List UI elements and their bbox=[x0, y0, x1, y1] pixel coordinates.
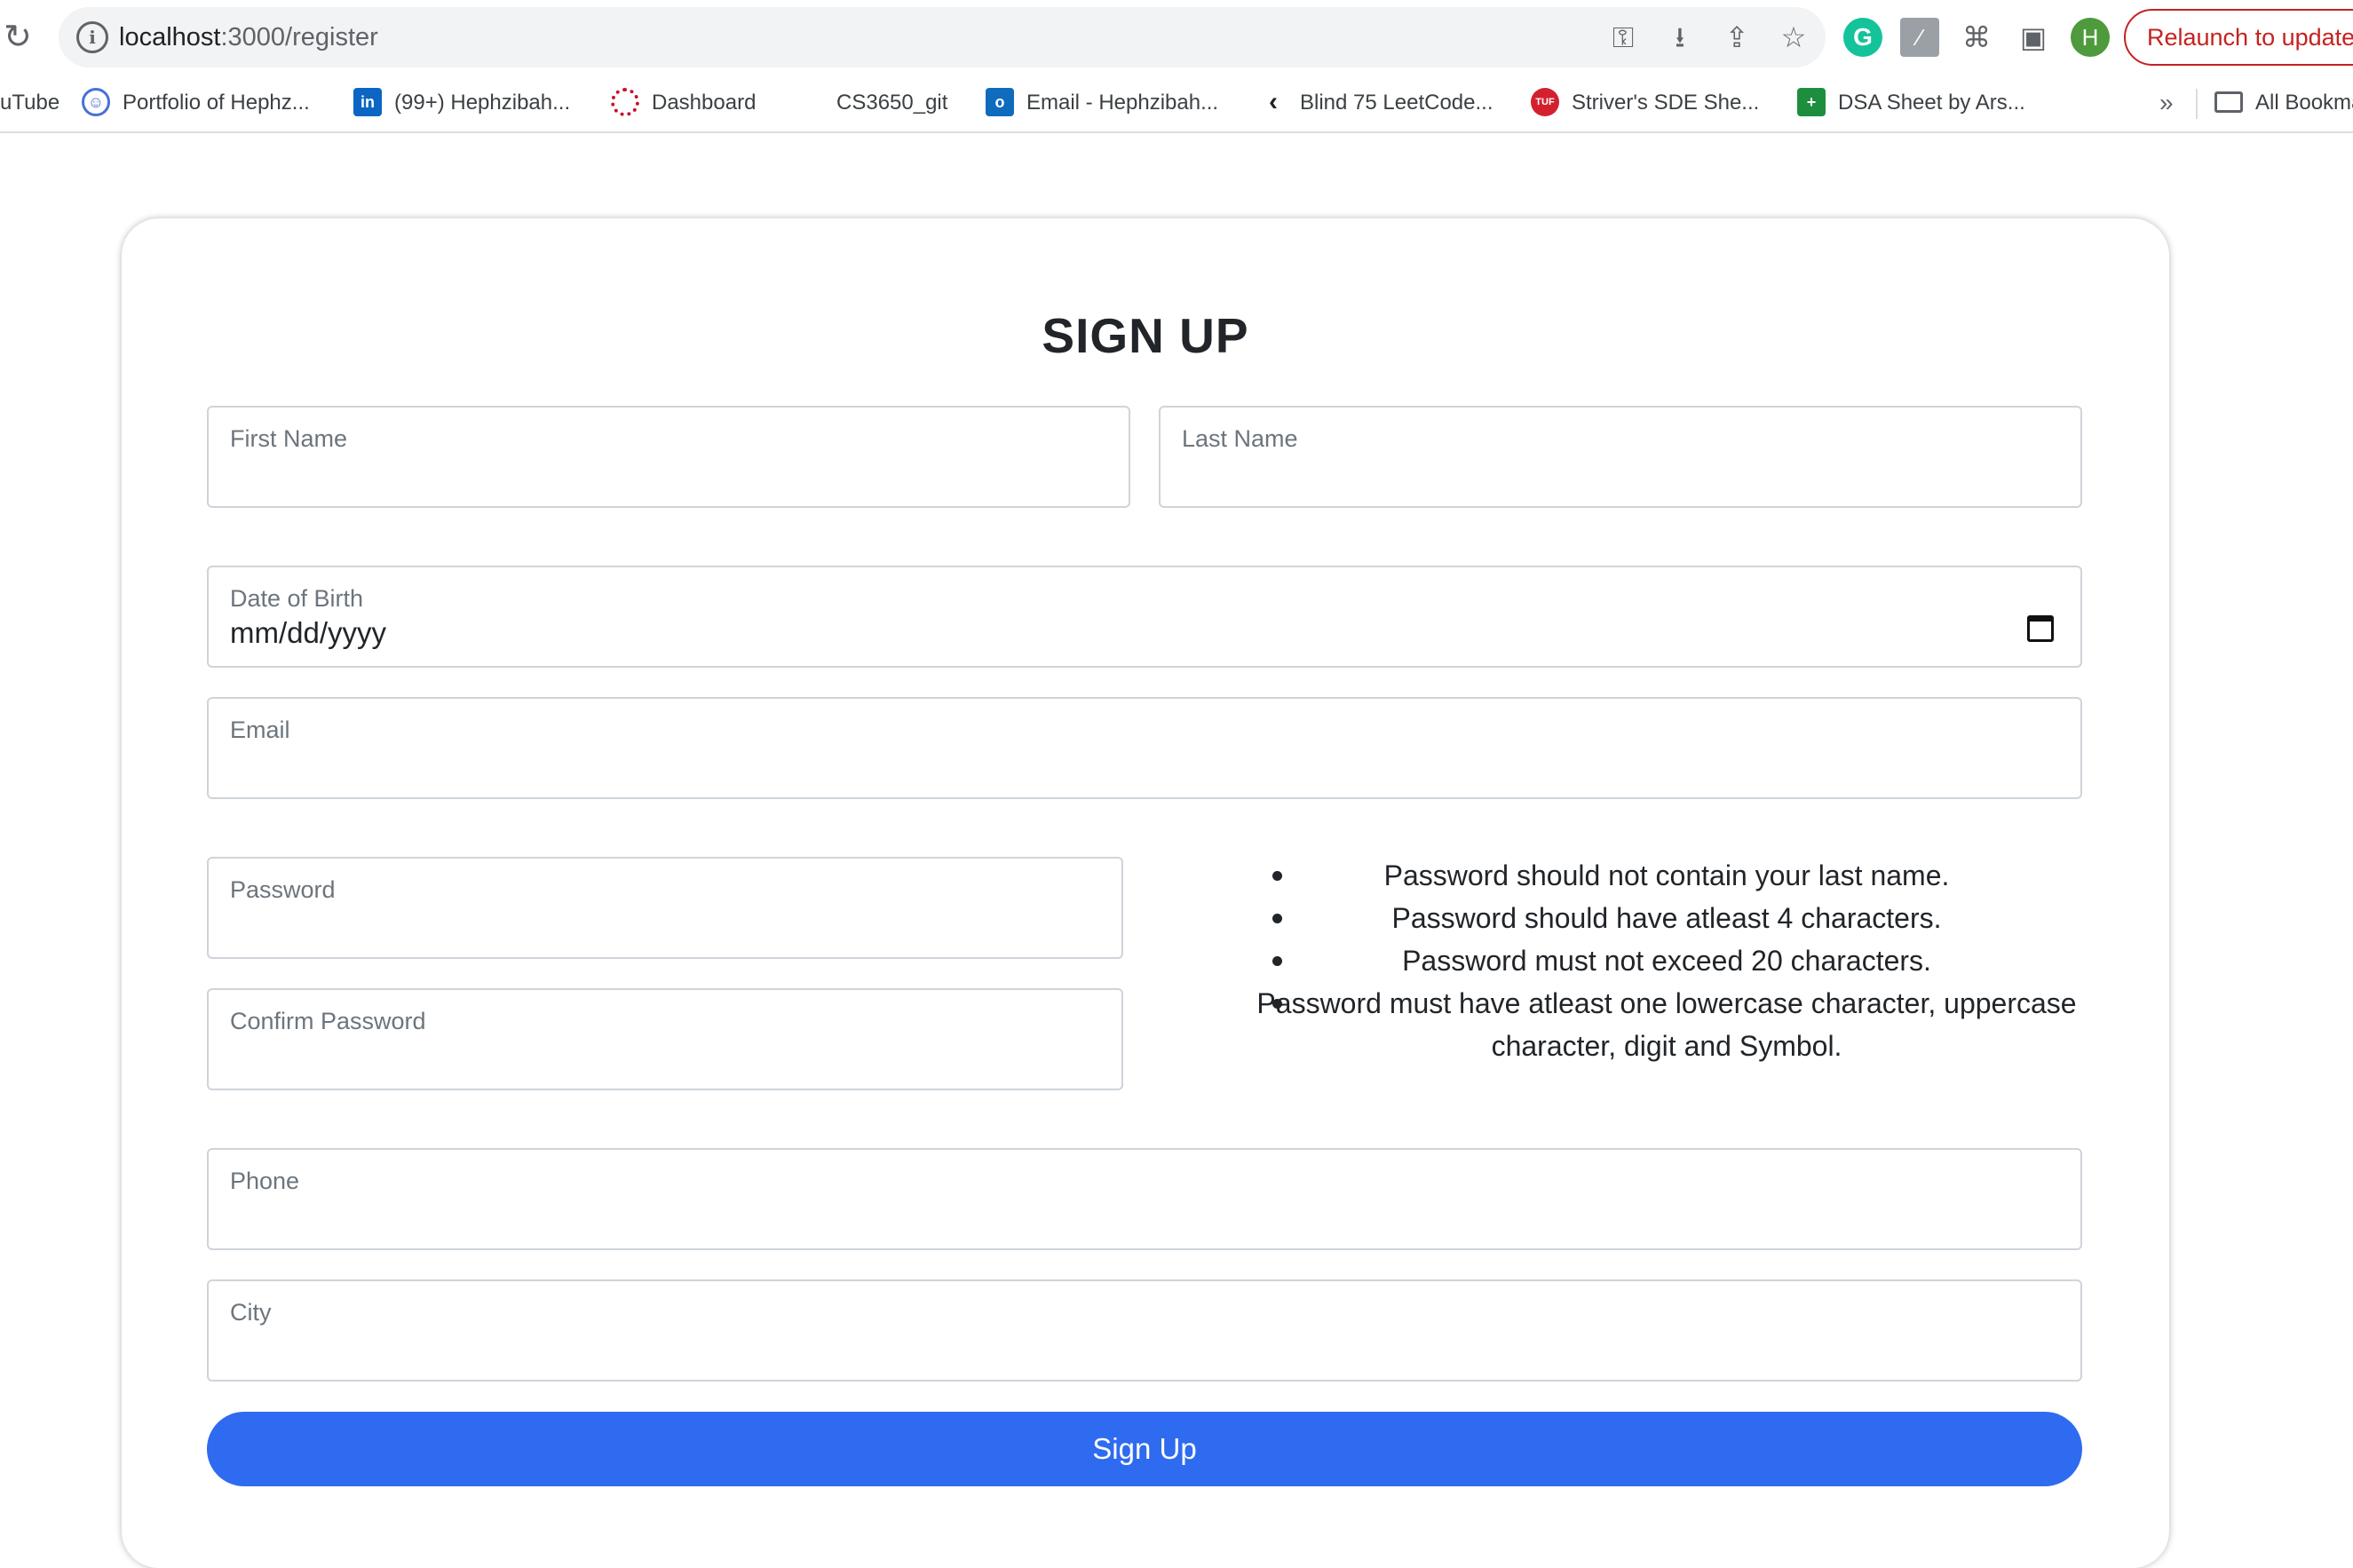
install-icon[interactable]: ⭳ bbox=[1660, 18, 1699, 57]
date-of-birth-label: Date of Birth bbox=[230, 585, 364, 612]
folder-icon bbox=[2214, 91, 2243, 113]
last-name-field[interactable]: Last Name bbox=[1159, 406, 2082, 508]
extension-icon[interactable]: ∕ bbox=[1900, 18, 1939, 57]
bookmark-leetcode[interactable]: ‹ Blind 75 LeetCode... bbox=[1259, 78, 1493, 128]
password-field[interactable]: Password bbox=[207, 857, 1123, 959]
all-bookmarks[interactable]: All Bookmarks bbox=[2214, 78, 2353, 128]
bookmark-label: Dashboard bbox=[652, 91, 757, 115]
bookmark-label: Email - Hephzibah... bbox=[1026, 91, 1219, 115]
password-rules-list: Password should not contain your last na… bbox=[1169, 854, 2102, 1067]
confirm-password-label: Confirm Password bbox=[230, 1008, 426, 1034]
site-info-icon[interactable]: i bbox=[76, 21, 108, 53]
bookmark-email[interactable]: o Email - Hephzibah... bbox=[986, 78, 1218, 128]
sign-up-button[interactable]: Sign Up bbox=[207, 1412, 2082, 1486]
dashboard-icon bbox=[611, 87, 639, 116]
email-input[interactable] bbox=[230, 752, 2059, 788]
share-icon[interactable]: ⇪ bbox=[1717, 18, 1756, 57]
city-field[interactable]: City bbox=[207, 1279, 2082, 1382]
confirm-password-input[interactable] bbox=[230, 1043, 1100, 1079]
confirm-password-field[interactable]: Confirm Password bbox=[207, 988, 1123, 1090]
reload-icon[interactable]: ↻ bbox=[4, 18, 39, 57]
phone-label: Phone bbox=[230, 1168, 300, 1194]
bookmark-label: uTube bbox=[0, 91, 60, 115]
browser-chrome: ↻ i localhost:3000/register ⚿ ⭳ ⇪ ☆ G ∕ … bbox=[0, 0, 2353, 133]
bookmark-portfolio[interactable]: ☺ Portfolio of Hephz... bbox=[82, 78, 310, 128]
bookmark-star-icon[interactable]: ☆ bbox=[1774, 18, 1813, 57]
bullet bbox=[1272, 871, 1282, 881]
email-label: Email bbox=[230, 717, 290, 743]
password-rule-text: Password must not exceed 20 characters. bbox=[1402, 945, 1931, 977]
password-input[interactable] bbox=[230, 912, 1100, 947]
password-rule: Password must not exceed 20 characters. bbox=[1169, 939, 2102, 982]
bullet bbox=[1272, 956, 1282, 966]
password-rule-text: Password should have atleast 4 character… bbox=[1391, 902, 1942, 934]
person-icon: ☺ bbox=[82, 87, 110, 116]
linkedin-icon: in bbox=[353, 87, 382, 116]
email-field[interactable]: Email bbox=[207, 697, 2082, 799]
url-path: :3000/register bbox=[220, 23, 378, 51]
city-input[interactable] bbox=[230, 1334, 2059, 1370]
phone-input[interactable] bbox=[230, 1203, 2059, 1239]
phone-field[interactable]: Phone bbox=[207, 1148, 2082, 1250]
password-label: Password bbox=[230, 876, 336, 903]
password-rule-text: Password should not contain your last na… bbox=[1383, 859, 1950, 891]
tuf-icon: TUF bbox=[1531, 87, 1559, 116]
password-rule: Password should not contain your last na… bbox=[1169, 854, 2102, 897]
calendar-icon[interactable] bbox=[2027, 615, 2054, 642]
all-bookmarks-label: All Bookmarks bbox=[2255, 91, 2353, 115]
more-bookmarks-chevron[interactable]: » bbox=[2159, 78, 2174, 128]
relaunch-button[interactable]: Relaunch to update bbox=[2124, 9, 2353, 66]
profile-avatar[interactable]: H bbox=[2071, 18, 2110, 57]
bookmark-label: Striver's SDE She... bbox=[1572, 91, 1760, 115]
puzzle-icon[interactable]: ⌘ bbox=[1957, 18, 1996, 57]
first-name-label: First Name bbox=[230, 425, 348, 452]
address-bar[interactable]: i localhost:3000/register ⚿ ⭳ ⇪ ☆ bbox=[59, 7, 1826, 67]
bookmark-linkedin[interactable]: in (99+) Hephzibah... bbox=[353, 78, 570, 128]
side-panel-icon[interactable]: ▣ bbox=[2014, 18, 2053, 57]
bookmark-dashboard[interactable]: Dashboard bbox=[611, 78, 756, 128]
signup-card: SIGN UP First Name Last Name Date of Bir… bbox=[122, 218, 2169, 1568]
bookmarks-bar: uTube ☺ Portfolio of Hephz... in (99+) Hep… bbox=[0, 78, 2353, 128]
city-label: City bbox=[230, 1299, 272, 1326]
sheets-icon: + bbox=[1797, 87, 1826, 116]
page-title: SIGN UP bbox=[1042, 308, 1249, 363]
password-rule-text: Password must have atleast one lowercase… bbox=[1256, 987, 2077, 1062]
bookmark-label: (99+) Hephzibah... bbox=[394, 91, 571, 115]
bullet bbox=[1272, 999, 1282, 1009]
key-icon[interactable]: ⚿ bbox=[1604, 18, 1643, 57]
url-host: localhost bbox=[119, 23, 221, 51]
bookmark-cs3650[interactable]: CS3650_git bbox=[836, 78, 947, 128]
bookmark-label: Portfolio of Hephz... bbox=[123, 91, 310, 115]
first-name-field[interactable]: First Name bbox=[207, 406, 1130, 508]
bookmark-youtube[interactable]: uTube bbox=[0, 78, 59, 128]
grammarly-extension-icon[interactable]: G bbox=[1843, 18, 1882, 57]
leetcode-icon: ‹ bbox=[1259, 87, 1287, 116]
bookmark-striver[interactable]: TUF Striver's SDE She... bbox=[1531, 78, 1759, 128]
first-name-input[interactable] bbox=[230, 461, 1107, 496]
date-of-birth-field[interactable]: Date of Birth mm/dd/yyyy bbox=[207, 566, 2082, 668]
password-rule: Password must have atleast one lowercase… bbox=[1169, 982, 2102, 1067]
date-of-birth-value[interactable]: mm/dd/yyyy bbox=[230, 616, 386, 650]
bookmark-label: CS3650_git bbox=[836, 91, 948, 115]
url-text[interactable]: localhost:3000/register bbox=[119, 7, 378, 67]
last-name-label: Last Name bbox=[1182, 425, 1298, 452]
bookmark-dsa-sheet[interactable]: + DSA Sheet by Ars... bbox=[1797, 78, 2025, 128]
bookmark-label: Blind 75 LeetCode... bbox=[1300, 91, 1493, 115]
password-rule: Password should have atleast 4 character… bbox=[1169, 897, 2102, 939]
outlook-icon: o bbox=[986, 87, 1014, 116]
bullet bbox=[1272, 914, 1282, 923]
bookmarks-separator bbox=[2196, 89, 2198, 119]
bookmark-label: DSA Sheet by Ars... bbox=[1838, 91, 2025, 115]
last-name-input[interactable] bbox=[1182, 461, 2059, 496]
